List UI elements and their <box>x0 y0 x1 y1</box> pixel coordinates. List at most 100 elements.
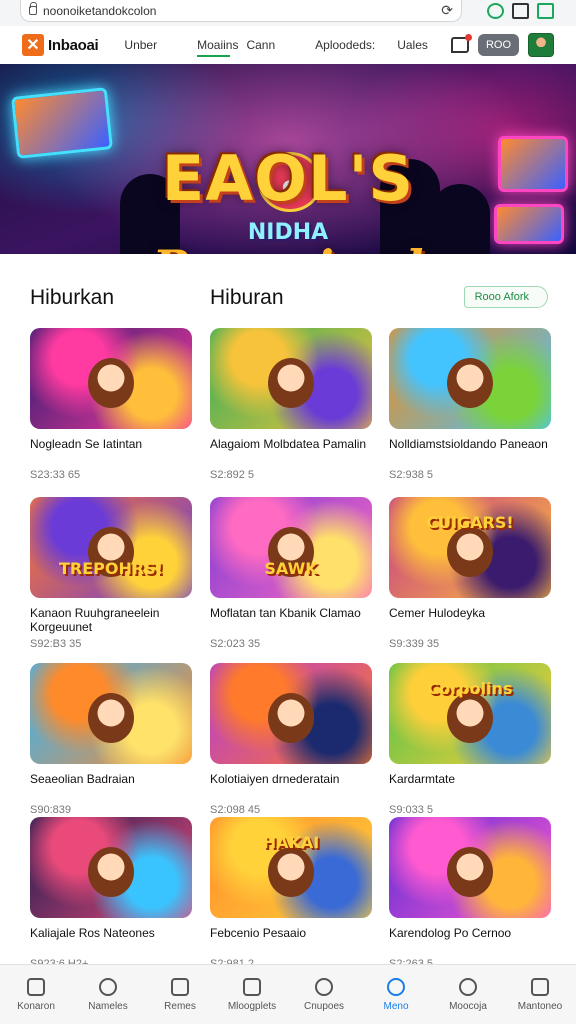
bottom-nav-label: Moocoja <box>449 1000 487 1012</box>
bottom-nav-item[interactable]: Nameles <box>72 965 144 1024</box>
notification-icon[interactable] <box>450 34 472 53</box>
game-thumbnail[interactable] <box>210 663 372 764</box>
bottom-nav-item[interactable]: Konaron <box>0 965 72 1024</box>
character-illustration <box>447 847 493 897</box>
game-card[interactable]: HAKAIFebcenio PesaaioS2:981 2 <box>210 817 372 970</box>
game-card[interactable]: Karendolog Po CernooS2:263 5 <box>389 817 551 970</box>
chat-icon[interactable] <box>487 3 504 19</box>
game-thumbnail[interactable] <box>30 328 192 429</box>
bottom-nav-item[interactable]: Cnupoes <box>288 965 360 1024</box>
character-illustration <box>268 847 314 897</box>
game-card[interactable]: TREPOHRS! Kanaon Ruuhgraneelein Korgeuune… <box>30 497 192 650</box>
nav-item-3[interactable]: Cann <box>246 38 275 52</box>
game-thumbnail[interactable]: HAKAI <box>210 817 372 918</box>
game-meta: S90:839 <box>30 804 71 816</box>
thumbnail-text: HAKAI <box>262 833 320 852</box>
game-meta: S9:339 35 <box>389 638 440 650</box>
game-meta: S2:023 35 <box>210 638 261 650</box>
game-title[interactable]: Nogleadn Se Iatintan <box>30 437 192 465</box>
brand-name[interactable]: Inbaoai <box>48 37 99 54</box>
nav-item-1[interactable]: Unber <box>124 38 157 52</box>
refresh-icon <box>171 977 189 996</box>
game-card[interactable]: Seaeolian Badraian S90:839 <box>30 663 192 816</box>
bottom-nav-item[interactable]: Remes <box>144 965 216 1024</box>
game-card[interactable]: Kolotiaiyen drnederatain S2:098 45 <box>210 663 372 816</box>
section-title-right: Hiburan <box>210 286 284 309</box>
nav-item-5[interactable]: Uales <box>397 38 428 52</box>
game-title[interactable]: Seaeolian Badraian <box>30 772 192 800</box>
game-meta: S2:098 45 <box>210 804 261 816</box>
character-illustration <box>88 847 134 897</box>
main-nav: Unber Moaiins Cann Aploodeds: Uales <box>124 38 428 57</box>
game-thumbnail[interactable]: CUIGARS! <box>389 497 551 598</box>
character-illustration <box>88 693 134 743</box>
people-icon <box>315 977 333 996</box>
game-meta: S2:892 5 <box>210 469 255 481</box>
reload-icon[interactable]: ⟳ <box>441 2 453 19</box>
game-meta: S23:33 65 <box>30 469 81 481</box>
game-meta: S92:B3 35 <box>30 638 82 650</box>
game-thumbnail[interactable]: SAWK <box>210 497 372 598</box>
address-bar[interactable]: noonoiketandokcolon ⟳ <box>20 0 462 22</box>
game-thumbnail[interactable] <box>30 663 192 764</box>
bottom-nav-label: Konaron <box>17 1000 55 1012</box>
app-header: ✕ Inbaoai Unber Moaiins Cann Aploodeds: … <box>0 26 576 64</box>
nav-item-4[interactable]: Aploodeds: <box>315 38 375 52</box>
browser-chrome: noonoiketandokcolon ⟳ <box>0 0 576 26</box>
bottom-nav-label: Nameles <box>88 1000 128 1012</box>
game-thumbnail[interactable] <box>389 817 551 918</box>
header-actions: ROO <box>450 33 554 57</box>
character-illustration <box>447 693 493 743</box>
thumbnail-text: SAWK <box>264 559 318 578</box>
hero-banner[interactable]: EAOL'S NIDHA Ropeniced <box>0 64 576 254</box>
game-title[interactable]: Karendolog Po Cernoo <box>389 926 551 954</box>
game-card[interactable]: SAWK Moflatan tan Kbanik Clamao S2:023 35 <box>210 497 372 650</box>
game-title[interactable]: Alagaiom Molbdatea Pamalin <box>210 437 372 465</box>
game-thumbnail[interactable] <box>389 328 551 429</box>
character-illustration <box>88 358 134 408</box>
game-title[interactable]: Cemer Hulodeyka <box>389 606 551 634</box>
game-title[interactable]: Kaliajale Ros Nateones <box>30 926 192 954</box>
game-meta: S2:938 5 <box>389 469 434 481</box>
tabs-icon[interactable] <box>512 3 529 19</box>
account-pill[interactable]: ROO <box>477 34 519 56</box>
game-title[interactable]: Febcenio Pesaaio <box>210 926 372 954</box>
game-title[interactable]: Kanaon Ruuhgraneelein Korgeuunet <box>30 606 192 634</box>
game-thumbnail[interactable] <box>210 328 372 429</box>
bottom-nav-label: Mloogplets <box>227 1000 277 1012</box>
avatar[interactable] <box>528 33 554 57</box>
thumbnail-text: TREPOHRS! <box>58 559 164 578</box>
thumbnail-text: CUIGARS! <box>426 513 514 532</box>
bottom-nav-item[interactable]: Mloogplets <box>216 965 288 1024</box>
game-thumbnail[interactable] <box>30 817 192 918</box>
game-thumbnail[interactable]: TREPOHRS! <box>30 497 192 598</box>
game-title[interactable]: Kolotiaiyen drnederatain <box>210 772 372 800</box>
character-illustration <box>447 527 493 577</box>
game-card[interactable]: Nogleadn Se Iatintan S23:33 65 <box>30 328 192 481</box>
game-card[interactable]: Kaliajale Ros NateonesS923:6 H2+ <box>30 817 192 970</box>
bottom-nav: Konaron Nameles Remes Mloogplets Cnupoes Meno… <box>0 964 576 1024</box>
see-more-button[interactable]: Rooo Afork <box>463 286 548 308</box>
bottom-nav-item[interactable]: Moocoja <box>432 965 504 1024</box>
url-text: noonoiketandokcolon <box>43 3 157 18</box>
search-icon <box>387 977 405 996</box>
bottom-nav-item[interactable]: Mantoneo <box>504 965 576 1024</box>
game-title[interactable]: Nolldiamstsioldando Paneaon <box>389 437 551 465</box>
edit-icon[interactable] <box>537 3 554 19</box>
list-icon <box>531 977 549 996</box>
game-thumbnail[interactable]: Corpolins <box>389 663 551 764</box>
game-meta: S9:033 5 <box>389 804 434 816</box>
character-illustration <box>447 358 493 408</box>
lock-icon <box>29 2 37 15</box>
bottom-nav-item[interactable]: Meno <box>360 965 432 1024</box>
users-icon <box>99 977 117 996</box>
logo-icon[interactable]: ✕ <box>22 34 44 56</box>
game-title[interactable]: Moflatan tan Kbanik Clamao <box>210 606 372 634</box>
game-card[interactable]: CUIGARS! Cemer Hulodeyka S9:339 35 <box>389 497 551 650</box>
game-card[interactable]: Nolldiamstsioldando Paneaon S2:938 5 <box>389 328 551 481</box>
game-card[interactable]: Alagaiom Molbdatea Pamalin S2:892 5 <box>210 328 372 481</box>
clock-icon <box>459 977 477 996</box>
game-title[interactable]: Kardarmtate <box>389 772 551 800</box>
nav-item-2[interactable]: Moaiins <box>197 38 238 57</box>
game-card[interactable]: Corpolins Kardarmtate S9:033 5 <box>389 663 551 816</box>
